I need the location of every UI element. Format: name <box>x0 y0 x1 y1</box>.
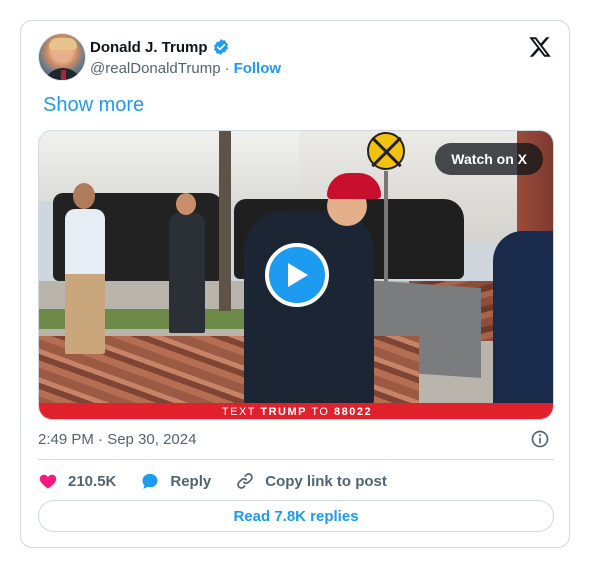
scene-person-2 <box>169 213 205 333</box>
scene-pole <box>219 131 231 311</box>
post-timestamp[interactable]: 2:49 PM · Sep 30, 2024 <box>38 431 196 448</box>
link-icon <box>237 473 254 489</box>
scene-person-1 <box>65 209 105 354</box>
author-display-name[interactable]: Donald J. Trump <box>90 39 208 56</box>
info-icon[interactable] <box>530 429 550 449</box>
video-caption-banner: TEXT TRUMP TO 88022 <box>39 403 553 419</box>
copy-link-label: Copy link to post <box>265 472 387 490</box>
banner-middle: TO <box>311 406 330 418</box>
avatar-tie <box>61 70 66 80</box>
avatar-hair <box>49 38 77 50</box>
scene-person-1-head <box>73 183 95 209</box>
x-logo-icon[interactable] <box>528 35 552 59</box>
scene-person-2-head <box>176 193 196 215</box>
author-name-row[interactable]: Donald J. Trump <box>90 38 230 56</box>
read-replies-button[interactable]: Read 7.8K replies <box>38 500 554 532</box>
tweet-embed-card: Donald J. Trump @realDonaldTrump · Follo… <box>20 20 570 548</box>
like-count: 210.5K <box>68 472 117 490</box>
author-avatar[interactable] <box>38 33 86 81</box>
verified-badge-icon <box>213 39 228 55</box>
scene-person-main <box>244 211 374 403</box>
like-button[interactable]: 210.5K <box>38 471 116 491</box>
banner-number: 88022 <box>334 406 373 418</box>
heart-icon <box>39 474 57 489</box>
scene-person-right <box>493 231 553 403</box>
author-handle-row: @realDonaldTrump · Follow <box>90 60 281 77</box>
play-icon <box>288 263 308 287</box>
reply-bubble-icon <box>142 473 158 489</box>
show-more-link[interactable]: Show more <box>43 94 144 117</box>
reply-label: Reply <box>170 472 212 490</box>
video-player[interactable]: Watch on X TEXT TRUMP TO 88022 <box>38 130 554 420</box>
railroad-crossing-sign <box>367 132 405 170</box>
action-bar: 210.5K Reply Copy link to post <box>38 471 411 491</box>
reply-button[interactable]: Reply <box>140 471 211 491</box>
watch-on-x-button[interactable]: Watch on X <box>435 143 543 175</box>
play-button[interactable] <box>265 243 329 307</box>
banner-keyword: TRUMP <box>260 406 307 418</box>
follow-link[interactable]: Follow <box>234 60 282 77</box>
copy-link-button[interactable]: Copy link to post <box>235 471 387 491</box>
handle-separator: · <box>224 60 230 77</box>
banner-prefix: TEXT <box>221 406 256 418</box>
author-handle[interactable]: @realDonaldTrump <box>90 60 221 77</box>
divider <box>38 459 554 460</box>
